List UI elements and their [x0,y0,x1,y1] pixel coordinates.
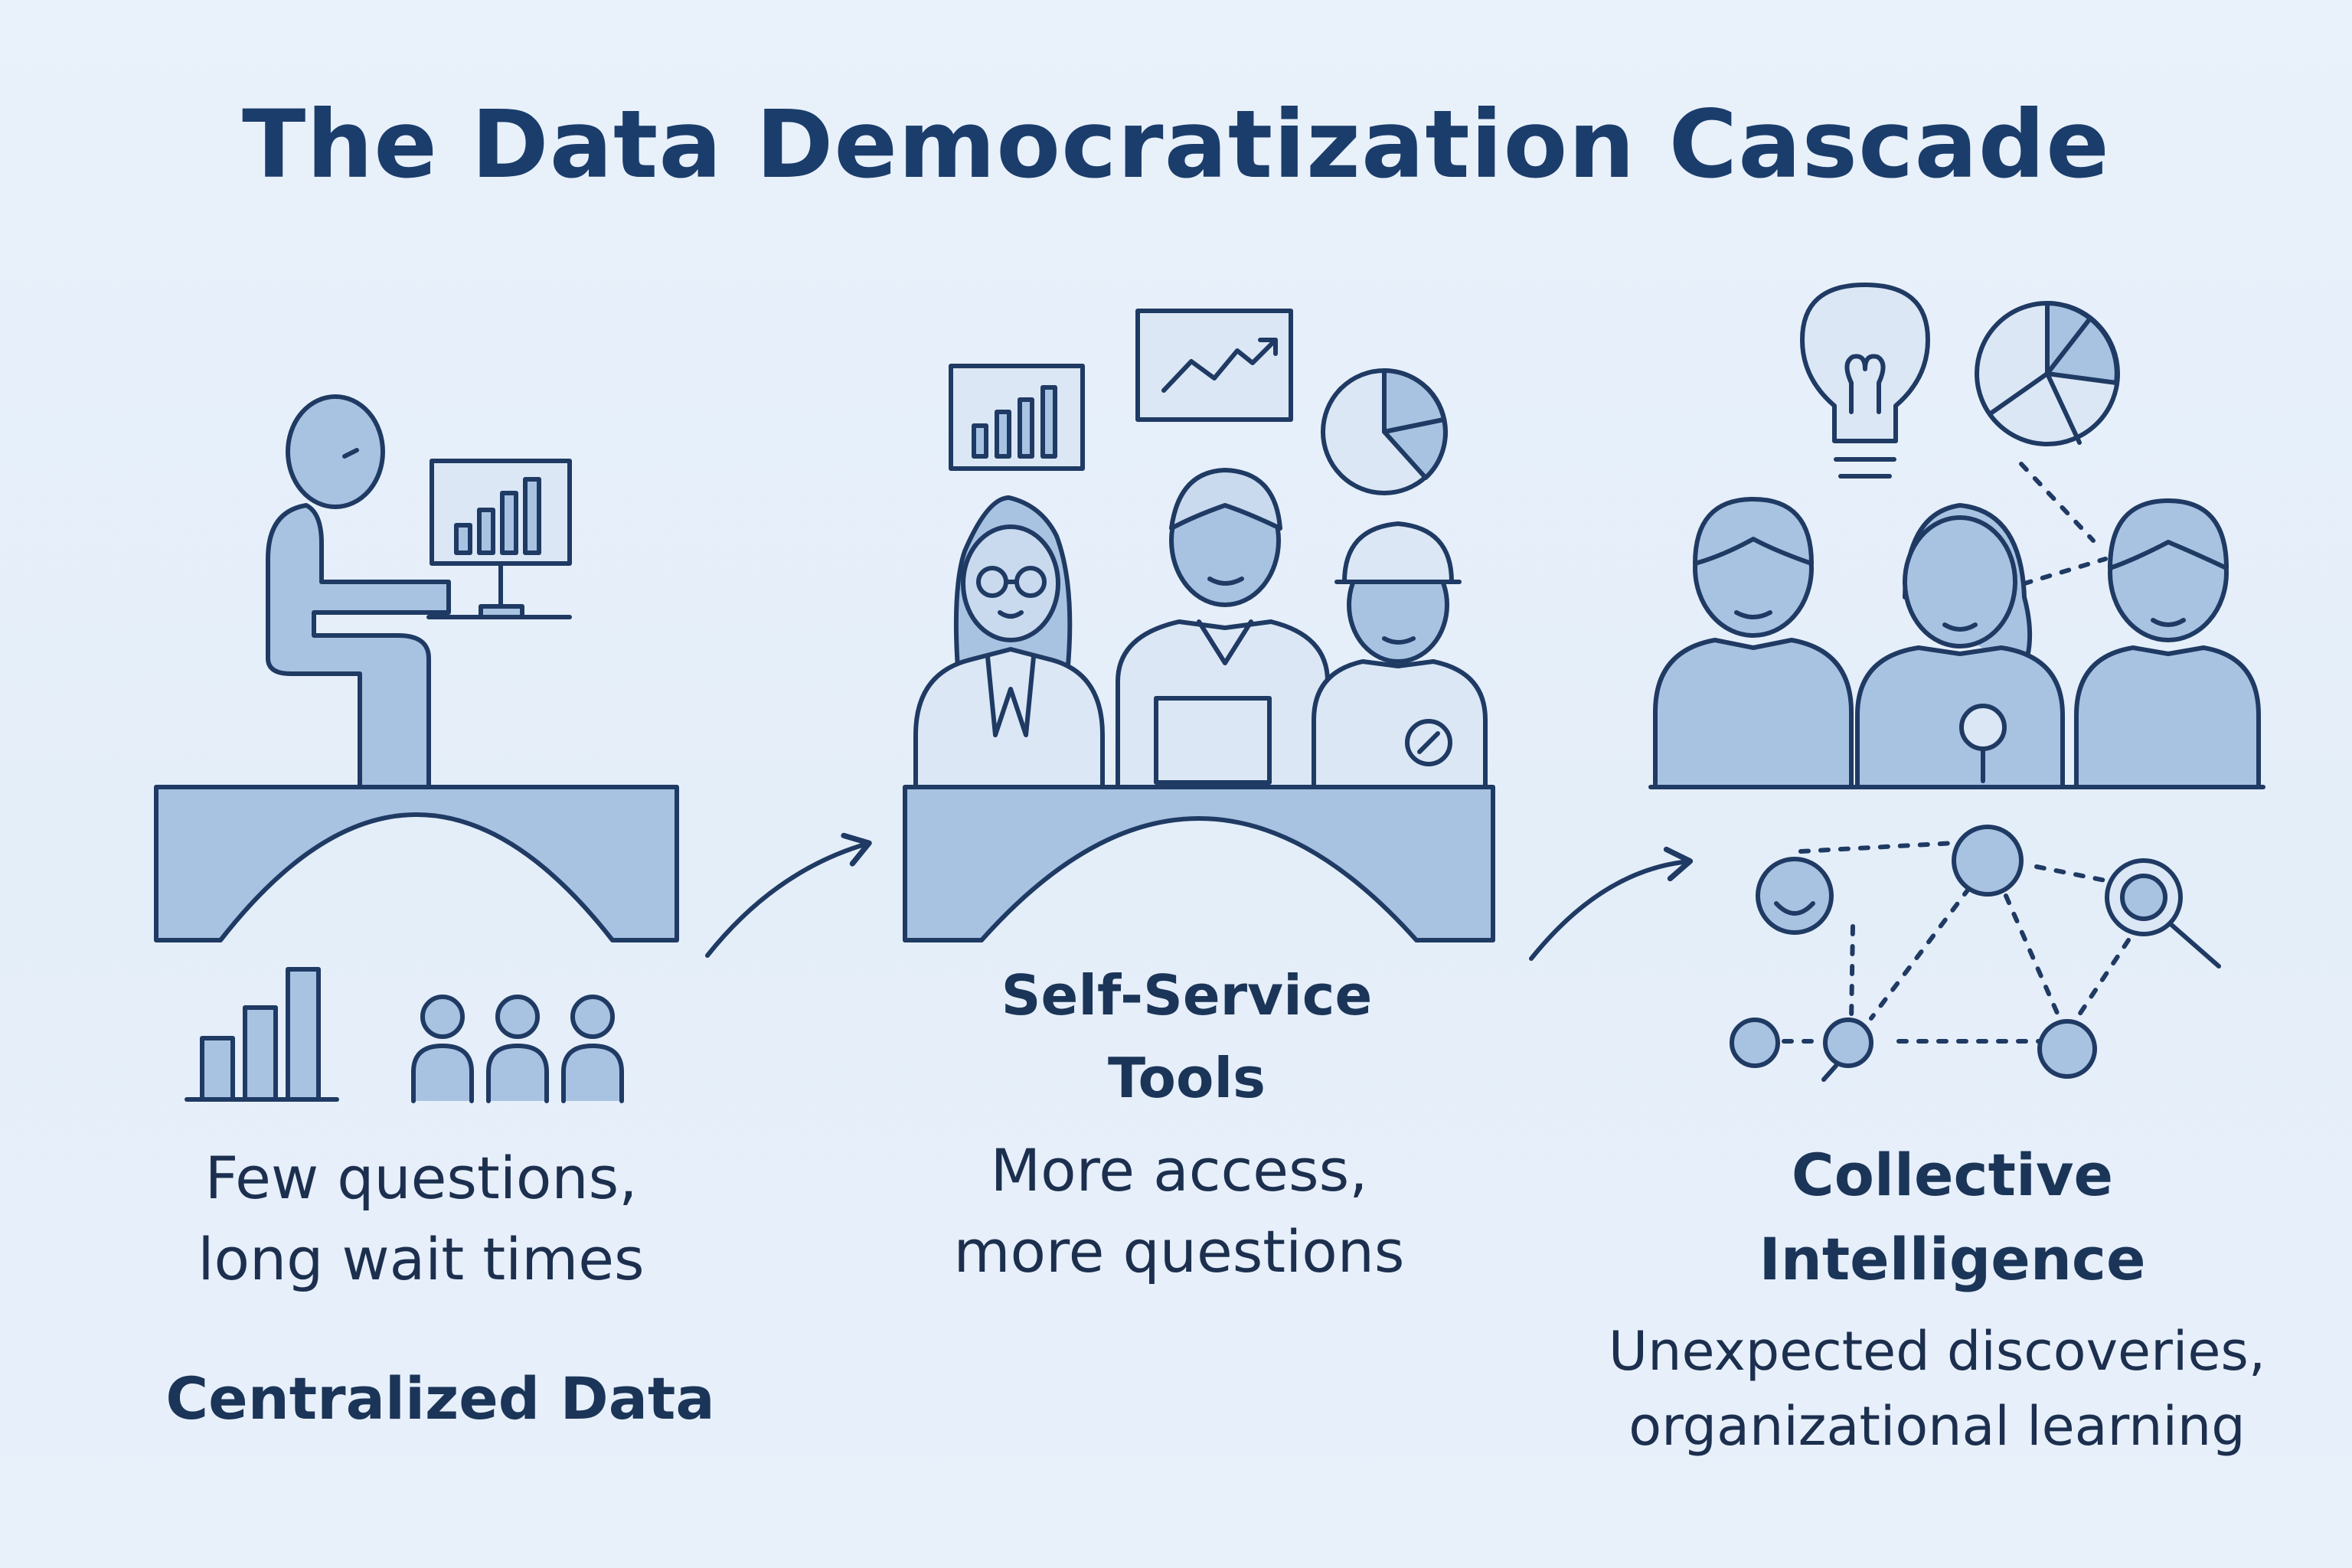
pie-chart-network-icon [1975,301,2120,446]
person-worker-hardhat [1312,521,1488,789]
stage-1-description: Few questions, long wait times [0,1138,842,1301]
bar-chart-icon [185,967,339,1102]
network-graph-icon [1730,825,2221,1082]
stage-3-heading: Collective Intelligence [1562,1133,2343,1302]
stage-3-illustration [1648,283,2265,1082]
bridge-platform-2 [903,785,1495,942]
stage-1-description-line-2: long wait times [198,1225,645,1294]
stage-1-description-line-1: Few questions, [204,1144,638,1212]
person-right [2074,498,2261,789]
stage-1-illustration [154,394,679,1103]
stage-2-heading: Self-Service Tools [804,954,1570,1119]
lightbulb-icon [1800,283,1930,479]
analyst-body [266,503,451,789]
tablet-icon [1154,696,1272,785]
stage-2-description: More access, more questions [796,1130,1562,1293]
stage-2-description-line-2: more questions [953,1217,1405,1286]
person-man-center [1116,468,1330,789]
stage-3-heading-line-2: Intelligence [1759,1225,2146,1294]
stage-3-description: Unexpected discoveries, organizational l… [1531,1314,2343,1464]
stage-2-illustration [903,309,1495,942]
person-center [1855,503,2065,789]
people-group-icon [411,995,624,1103]
magnifier-pendant [1959,704,2007,751]
analyst-head [286,394,385,509]
person-left [1653,497,1854,789]
stage-2-description-line-1: More access, [990,1136,1368,1204]
stage-1-heading: Centralized Data [165,1364,715,1432]
page-title: The Data Democratization Cascade [242,90,2110,199]
stage-3-description-line-2: organizational learning [1628,1395,2246,1458]
stage-3-description-line-1: Unexpected discoveries, [1608,1320,2266,1383]
stage-3-heading-line-1: Collective [1791,1141,2114,1209]
arrow-1 [705,832,872,958]
line-chart-frame-icon [1135,309,1293,422]
pie-chart-icon [1321,368,1448,495]
bar-chart-frame-icon [949,364,1085,471]
bridge-platform-1 [154,785,679,942]
stage-2-heading-line-1: Self-Service [1001,963,1373,1027]
person-woman-glasses [913,495,1105,789]
arrow-2 [1529,846,1694,961]
stage-2-heading-line-2: Tools [1107,1046,1266,1110]
